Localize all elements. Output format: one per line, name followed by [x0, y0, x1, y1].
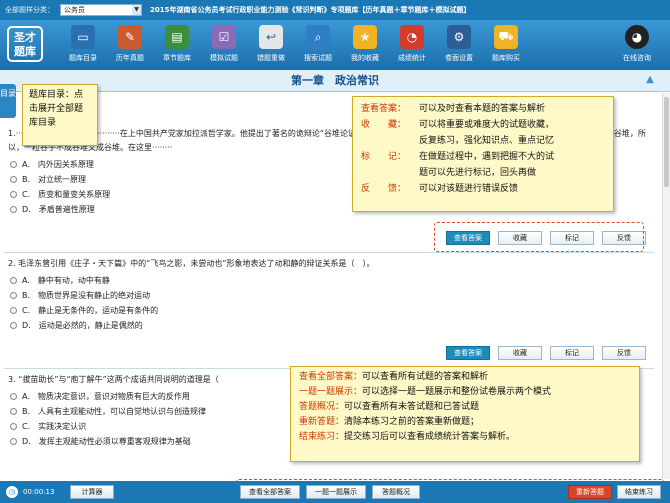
mock-test-label: 模拟试题 — [210, 54, 238, 62]
radio-button[interactable] — [10, 191, 17, 198]
past-exams-button[interactable]: ✎ 历年真题 — [107, 24, 153, 68]
cart-icon: ⛟ — [494, 25, 518, 49]
wrong-redo-label: 错题重做 — [257, 54, 285, 62]
callout-line: 标 记： 在做题过程中，遇到把握不大的试 — [361, 152, 555, 162]
scroll-up-icon[interactable]: ▲ — [644, 74, 656, 86]
question-actions: 查看答案 收藏 标记 反馈 — [446, 346, 646, 360]
category-value: 公务员 — [64, 6, 85, 14]
radio-button[interactable] — [10, 423, 17, 430]
score-stats-button[interactable]: ◔ 成绩统计 — [389, 24, 435, 68]
book-icon: ▤ — [165, 25, 189, 49]
callout-line: 反 馈： 可以对该题进行错误反馈 — [361, 184, 519, 194]
finish-button[interactable]: 结束练习 — [617, 485, 661, 499]
main-toolbar: 圣才 题库 ▭ 题库目录 ✎ 历年真题 ▤ 章节题库 ☑ 模拟试题 ↩ 错题重做 ⌕ 搜索试题 ★ 我的收… — [0, 20, 670, 70]
callout-line-cont: 反复练习，强化知识点、重点记忆 — [419, 136, 555, 146]
chapter-title: 第一章 政治常识 — [0, 70, 670, 92]
page-settings-button[interactable]: ⚙ 卷面设置 — [436, 24, 482, 68]
radio-button[interactable] — [10, 206, 17, 213]
option-b[interactable]: B. 物质世界是没有静止的绝对运动 — [4, 288, 654, 303]
option-d[interactable]: D. 运动是必然的，静止是偶然的 — [4, 318, 654, 333]
chart-icon: ◔ — [400, 25, 424, 49]
question-buttons-callout: 查看答案： 可以及时查看本题的答案与解析 收 藏： 可以将重要或难度大的试题收藏， … — [352, 96, 614, 212]
chapter-bank-label: 章节题库 — [163, 54, 191, 62]
callout-line-cont: 题可以先进行标记，回头再做 — [419, 168, 537, 178]
bank-purchase-button[interactable]: ⛟ 题库购买 — [483, 24, 529, 68]
question-2: 2. 毛泽东曾引用《庄子・天下篇》中的“飞鸟之影，未尝动也”形象地表达了动和静的… — [4, 255, 654, 369]
bank-purchase-label: 题库购买 — [492, 54, 520, 62]
radio-button[interactable] — [10, 408, 17, 415]
top-header: 全部题样分类： 公务员 ▼ 2015年湖南省公务员考试行政职业能力测验《常识判断… — [0, 0, 670, 20]
callout-line: 重新答题： 清除本练习之前的答案重新做题； — [299, 417, 480, 427]
page-title: 2015年湖南省公务员考试行政职业能力测验《常识判断》专项题库【历年真题＋章节题… — [150, 6, 471, 14]
question-text: 2. 毛泽东曾引用《庄子・天下篇》中的“飞鸟之影，未尝动也”形象地表达了动和静的… — [8, 259, 375, 268]
qq-penguin-icon: ◕ — [625, 25, 649, 49]
radio-button[interactable] — [10, 277, 17, 284]
radio-button[interactable] — [10, 322, 17, 329]
question-buttons-highlight — [434, 222, 644, 252]
back-arrow-icon: ↩ — [259, 25, 283, 49]
callout-line: 一题一题展示： 可以选择一题一题展示和整份试卷展示两个模式 — [299, 387, 552, 397]
favorite-button[interactable]: 收藏 — [498, 346, 542, 360]
view-all-answers-button[interactable]: 查看全部答案 — [240, 485, 300, 499]
category-label: 全部题样分类： — [5, 6, 54, 14]
checklist-icon: ☑ — [212, 25, 236, 49]
directory-callout: 题库目录：点击展开全部题库目录 — [22, 84, 98, 146]
option-c[interactable]: C. 静止是无条件的，运动是有条件的 — [4, 303, 654, 318]
my-favorites-label: 我的收藏 — [351, 54, 379, 62]
radio-button[interactable] — [10, 438, 17, 445]
gear-icon: ⚙ — [447, 25, 471, 49]
radio-button[interactable] — [10, 307, 17, 314]
chevron-down-icon: ▼ — [132, 5, 141, 15]
bottom-buttons-callout: 查看全部答案： 可以查看所有试题的答案和解析 一题一题展示： 可以选择一题一题展示和… — [290, 366, 640, 462]
one-by-one-button[interactable]: 一题一题展示 — [306, 485, 366, 499]
score-stats-label: 成绩统计 — [398, 54, 426, 62]
vertical-scrollbar[interactable] — [662, 93, 670, 479]
online-consult-button[interactable]: ◕ 在线咨询 — [614, 24, 660, 68]
monitor-icon: ▭ — [71, 25, 95, 49]
search-icon: ⌕ — [306, 25, 330, 49]
question-bank-label: 题库目录 — [69, 54, 97, 62]
my-favorites-button[interactable]: ★ 我的收藏 — [342, 24, 388, 68]
logo: 圣才 题库 — [7, 26, 43, 62]
view-answer-button[interactable]: 查看答案 — [446, 346, 490, 360]
search-questions-label: 搜索试题 — [304, 54, 332, 62]
category-select[interactable]: 公务员 ▼ — [60, 4, 142, 16]
page-settings-label: 卷面设置 — [445, 54, 473, 62]
question-bank-button[interactable]: ▭ 题库目录 — [60, 24, 106, 68]
search-questions-button[interactable]: ⌕ 搜索试题 — [295, 24, 341, 68]
radio-button[interactable] — [10, 176, 17, 183]
mark-button[interactable]: 标记 — [550, 346, 594, 360]
option-a[interactable]: A. 静中有动，动中有静 — [4, 273, 654, 288]
mock-test-button[interactable]: ☑ 模拟试题 — [201, 24, 247, 68]
clock-icon: ◷ — [6, 486, 18, 498]
overview-button[interactable]: 答题概况 — [372, 485, 420, 499]
callout-line: 查看全部答案： 可以查看所有试题的答案和解析 — [299, 372, 489, 382]
callout-line: 收 藏： 可以将重要或难度大的试题收藏， — [361, 120, 555, 130]
timer: 00:00:13 — [23, 488, 55, 496]
radio-button[interactable] — [10, 161, 17, 168]
chapter-bank-button[interactable]: ▤ 章节题库 — [154, 24, 200, 68]
feedback-button[interactable]: 反馈 — [602, 346, 646, 360]
past-exams-label: 历年真题 — [116, 54, 144, 62]
calculator-button[interactable]: 计算器 — [70, 485, 114, 499]
radio-button[interactable] — [10, 393, 17, 400]
callout-line: 答题概况： 可以查看所有未答试题和已答试题 — [299, 402, 480, 412]
exam-paper-icon: ✎ — [118, 25, 142, 49]
scrollbar-thumb[interactable] — [664, 97, 669, 187]
callout-line: 结束练习： 提交练习后可以查看成绩统计答案与解析。 — [299, 432, 516, 442]
radio-button[interactable] — [10, 292, 17, 299]
callout-line: 查看答案： 可以及时查看本题的答案与解析 — [361, 104, 546, 114]
wrong-redo-button[interactable]: ↩ 错题重做 — [248, 24, 294, 68]
star-icon: ★ — [353, 25, 377, 49]
redo-button[interactable]: 重新答题 — [568, 485, 612, 499]
